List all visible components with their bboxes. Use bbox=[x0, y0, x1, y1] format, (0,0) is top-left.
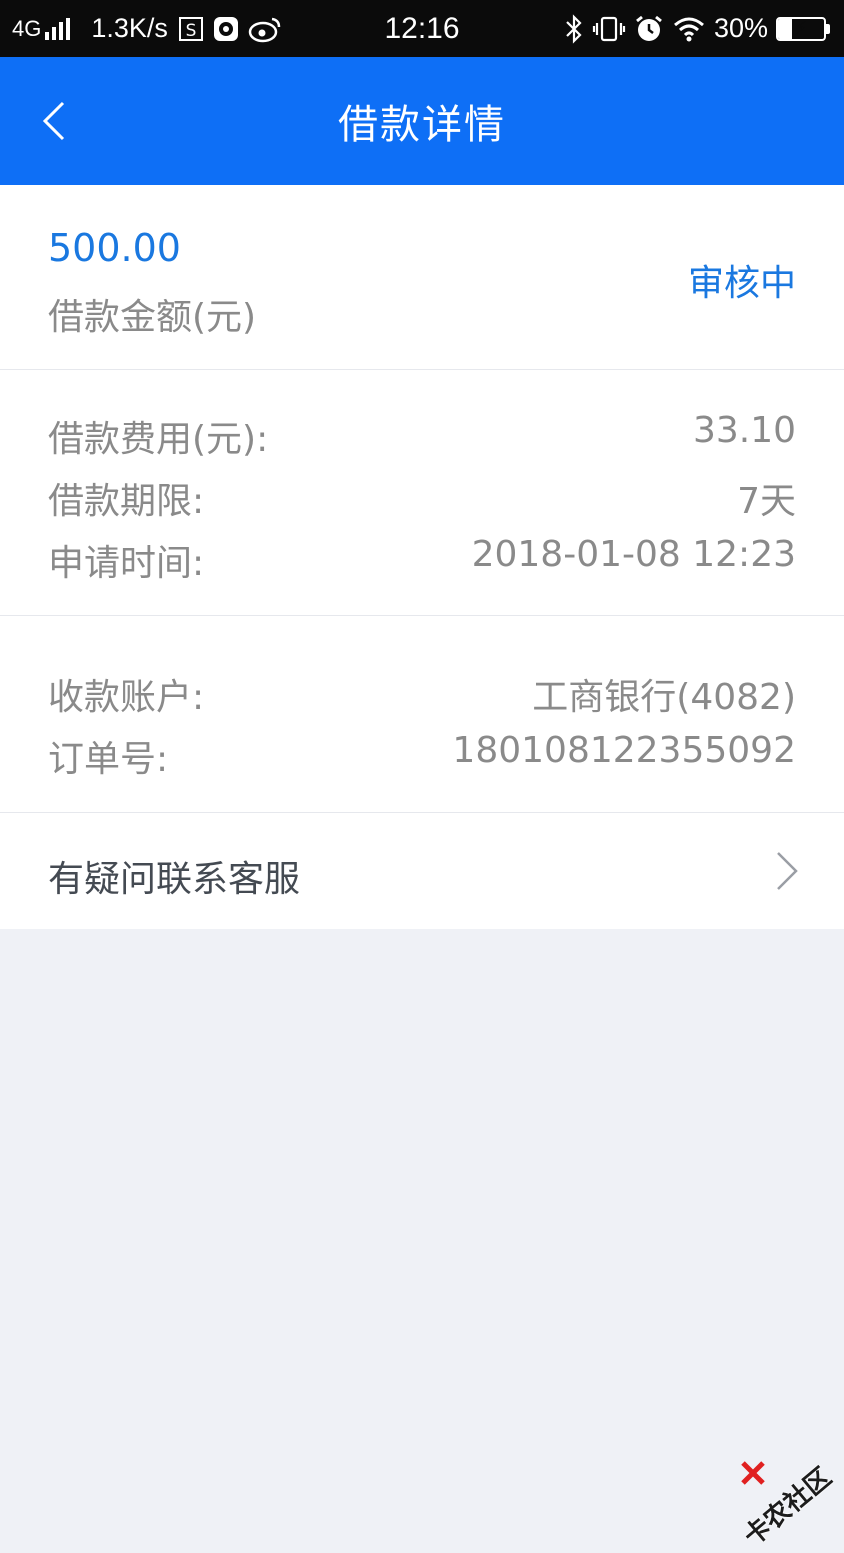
apply-time-value: 2018-01-08 12:23 bbox=[472, 534, 796, 575]
watermark-logo-icon bbox=[740, 1460, 766, 1486]
bluetooth-icon bbox=[564, 14, 584, 44]
apply-time-label: 申请时间: bbox=[48, 534, 204, 586]
term-value: 7天 bbox=[737, 472, 796, 524]
battery-percent: 30% bbox=[714, 13, 768, 44]
order-number-label: 订单号: bbox=[48, 730, 168, 782]
loan-amount-value: 500.00 bbox=[48, 226, 181, 270]
receiving-account-value: 工商银行(4082) bbox=[532, 668, 796, 720]
page-title: 借款详情 bbox=[0, 57, 844, 185]
contact-service-label[interactable]: 有疑问联系客服 bbox=[48, 850, 300, 902]
watermark: 卡农社区 bbox=[740, 1406, 838, 1486]
status-bar-right: 30% ⚡ bbox=[564, 0, 830, 57]
receiving-account-label: 收款账户: bbox=[48, 668, 204, 720]
term-label: 借款期限: bbox=[48, 472, 204, 524]
fee-label: 借款费用(元): bbox=[48, 410, 268, 462]
chevron-right-icon[interactable] bbox=[772, 850, 802, 892]
fee-value: 33.10 bbox=[693, 410, 796, 451]
loan-amount-label: 借款金额(元) bbox=[48, 288, 256, 340]
status-bar: 4G 1.3K/s S 12:16 30% ⚡ bbox=[0, 0, 844, 57]
nav-bar: 借款详情 bbox=[0, 57, 844, 185]
battery-icon: ⚡ bbox=[776, 17, 830, 41]
wifi-icon bbox=[672, 15, 706, 43]
status-badge: 审核中 bbox=[688, 254, 796, 306]
vibrate-icon bbox=[592, 15, 626, 43]
alarm-icon bbox=[634, 14, 664, 44]
order-number-value: 180108122355092 bbox=[452, 730, 796, 771]
